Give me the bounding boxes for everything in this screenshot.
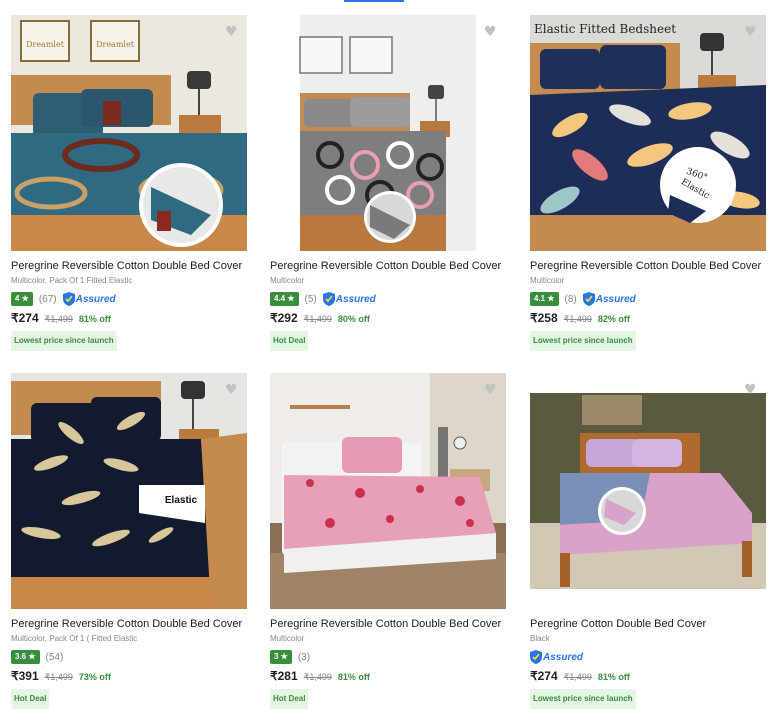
mrp: ₹1,499 <box>44 314 73 324</box>
price-row: ₹292 ₹1,499 80% off <box>270 311 510 325</box>
image-caption: Elastic <box>165 495 198 506</box>
product-card[interactable]: ♥ Peregrine Cotton Double Bed Cover Blac… <box>530 373 770 709</box>
product-card[interactable]: ♥ Peregrine Reversible Cotton Double Bed… <box>270 373 510 709</box>
rating-row: 4.1 ★ (8) Assured <box>530 291 770 307</box>
product-image[interactable]: Elastic Fitted Bedsheet 360° Elastic ♥ <box>530 15 766 251</box>
price-row: ₹274 ₹1,499 81% off <box>11 311 251 325</box>
price: ₹274 <box>11 311 39 325</box>
active-tab-indicator <box>344 0 404 2</box>
product-title[interactable]: Peregrine Reversible Cotton Double Bed C… <box>11 617 251 631</box>
price: ₹274 <box>530 669 558 683</box>
product-subtitle: Multicolor, Pack Of 1 ( Fitted Elastic <box>11 634 138 643</box>
assured-badge: Assured <box>62 292 116 306</box>
rating-badge: 4.1 ★ <box>530 292 559 306</box>
review-count: (8) <box>564 293 577 305</box>
assured-label: Assured <box>543 651 584 663</box>
price: ₹258 <box>530 311 558 325</box>
shield-icon <box>530 650 542 664</box>
shield-icon <box>62 292 75 306</box>
assured-label: Assured <box>595 293 636 305</box>
product-subtitle: Multicolor <box>530 276 565 285</box>
product-card[interactable]: Elastic Fitted Bedsheet 360° Elastic ♥ P… <box>530 15 770 351</box>
price-row: ₹274 ₹1,499 81% off <box>530 669 770 683</box>
heart-icon[interactable]: ♥ <box>744 25 757 39</box>
mrp: ₹1,499 <box>563 672 592 682</box>
product-image[interactable]: ♥ <box>270 373 506 609</box>
price: ₹391 <box>11 669 39 683</box>
rating-row: 4 ★ (67) Assured <box>11 291 251 307</box>
rating-badge: 4 ★ <box>11 292 33 306</box>
mrp: ₹1,499 <box>303 672 332 682</box>
deal-tag: Hot Deal <box>270 331 309 351</box>
assured-label: Assured <box>335 293 376 305</box>
product-card[interactable]: Elastic ♥ Peregrine Reversible Cotton Do… <box>11 373 251 709</box>
mrp: ₹1,499 <box>44 672 73 682</box>
discount: 80% off <box>337 314 370 324</box>
image-caption: Dreamlet <box>96 40 135 49</box>
heart-icon[interactable]: ♥ <box>484 25 497 39</box>
deal-tag: Lowest price since launch <box>11 331 117 351</box>
rating-row: Assured <box>530 649 770 665</box>
product-subtitle: Black <box>530 634 550 643</box>
shield-icon <box>322 292 335 306</box>
assured-badge: Assured <box>322 292 376 306</box>
product-subtitle: Multicolor <box>270 634 305 643</box>
deal-tag: Lowest price since launch <box>530 689 636 709</box>
product-image[interactable]: Elastic ♥ <box>11 373 247 609</box>
review-count: (3) <box>297 651 311 663</box>
heart-icon[interactable]: ♥ <box>225 25 238 39</box>
product-title[interactable]: Peregrine Cotton Double Bed Cover <box>530 617 770 631</box>
mrp: ₹1,499 <box>303 314 332 324</box>
product-title[interactable]: Peregrine Reversible Cotton Double Bed C… <box>270 617 510 631</box>
image-caption: Dreamlet <box>26 40 65 49</box>
discount: 81% off <box>78 314 111 324</box>
assured-badge: Assured <box>582 292 636 306</box>
product-title[interactable]: Peregrine Reversible Cotton Double Bed C… <box>530 259 770 273</box>
rating-row: 3 ★ (3) <box>270 649 510 665</box>
price: ₹281 <box>270 669 298 683</box>
rating-badge: 3.6 ★ <box>11 650 40 664</box>
price: ₹292 <box>270 311 298 325</box>
image-caption: Elastic Fitted Bedsheet <box>534 22 676 36</box>
heart-icon[interactable]: ♥ <box>225 383 238 397</box>
product-image[interactable]: Dreamlet Dreamlet ♥ <box>11 15 247 251</box>
deal-tag: Lowest price since launch <box>530 331 636 351</box>
rating-row: 4.4 ★ (5) Assured <box>270 291 510 307</box>
product-image[interactable]: ♥ <box>530 373 766 609</box>
product-subtitle: Multicolor, Pack Of 1 Fitted Elastic <box>11 276 133 285</box>
shield-icon <box>582 292 595 306</box>
price-row: ₹281 ₹1,499 81% off <box>270 669 510 683</box>
assured-label: Assured <box>75 293 116 305</box>
discount: 73% off <box>78 672 111 682</box>
heart-icon[interactable]: ♥ <box>484 383 497 397</box>
rating-badge: 3 ★ <box>270 650 292 664</box>
discount: 81% off <box>597 672 630 682</box>
product-card[interactable]: ♥ Peregrine Reversible Cotton Double Bed… <box>270 15 510 351</box>
assured-badge: Assured <box>530 650 583 664</box>
heart-icon[interactable]: ♥ <box>744 383 757 397</box>
rating-row: 3.6 ★ (54) <box>11 649 251 665</box>
price-row: ₹391 ₹1,499 73% off <box>11 669 251 683</box>
product-card[interactable]: Dreamlet Dreamlet ♥ Peregrine Reversible… <box>11 15 251 351</box>
product-subtitle: Multicolor <box>270 276 305 285</box>
product-image[interactable]: ♥ <box>270 15 506 251</box>
deal-tag: Hot Deal <box>11 689 50 709</box>
review-count: (54) <box>45 651 64 663</box>
discount: 81% off <box>337 672 370 682</box>
deal-tag: Hot Deal <box>270 689 309 709</box>
review-count: (5) <box>304 293 317 305</box>
review-count: (67) <box>38 293 57 305</box>
product-title[interactable]: Peregrine Reversible Cotton Double Bed C… <box>11 259 251 273</box>
product-title[interactable]: Peregrine Reversible Cotton Double Bed C… <box>270 259 510 273</box>
discount: 82% off <box>597 314 630 324</box>
rating-badge: 4.4 ★ <box>270 292 299 306</box>
mrp: ₹1,499 <box>563 314 592 324</box>
price-row: ₹258 ₹1,499 82% off <box>530 311 770 325</box>
